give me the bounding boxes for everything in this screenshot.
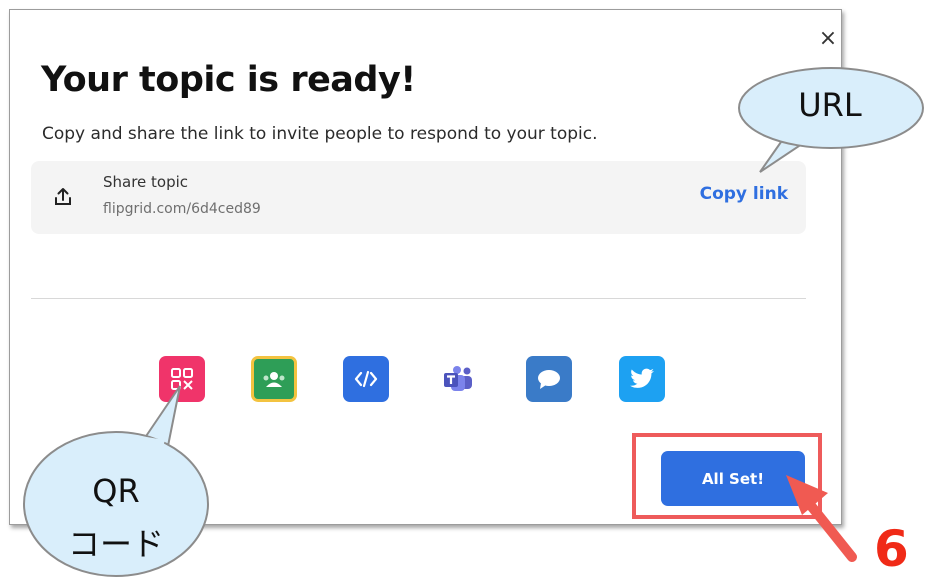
embed-code-icon xyxy=(354,370,378,388)
qr-callout-line1: QR xyxy=(92,472,140,510)
twitter-button[interactable] xyxy=(619,356,665,402)
remind-chat-icon xyxy=(538,370,560,389)
share-topic-card: Share topic flipgrid.com/6d4ced89 Copy l… xyxy=(31,161,806,234)
share-upload-icon xyxy=(55,188,71,205)
google-classroom-icon xyxy=(263,372,285,387)
microsoft-teams-icon xyxy=(444,366,472,391)
google-classroom-button[interactable] xyxy=(251,356,297,402)
qr-callout-line2: コード xyxy=(67,525,164,563)
remind-button[interactable] xyxy=(526,356,572,402)
dialog-title: Your topic is ready! xyxy=(41,60,416,100)
step-number: 6 xyxy=(874,520,909,578)
microsoft-teams-button[interactable] xyxy=(435,356,481,402)
copy-link-button[interactable]: Copy link xyxy=(700,184,788,204)
share-topic-label: Share topic xyxy=(103,173,189,191)
close-icon[interactable]: × xyxy=(816,27,840,51)
share-topic-url: flipgrid.com/6d4ced89 xyxy=(103,201,261,217)
dialog-subtitle: Copy and share the link to invite people… xyxy=(42,124,598,144)
twitter-icon xyxy=(630,368,654,388)
url-callout-label: URL xyxy=(798,86,862,124)
divider xyxy=(31,298,806,299)
embed-code-button[interactable] xyxy=(343,356,389,402)
arrow-pointer-icon xyxy=(786,475,857,562)
